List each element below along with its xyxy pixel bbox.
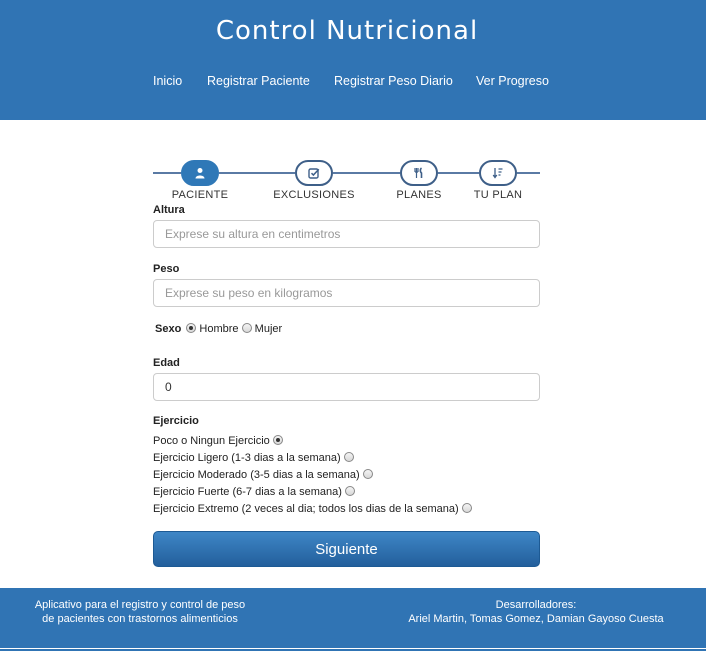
ejercicio-fuerte-radio[interactable] xyxy=(344,486,355,496)
sexo-mujer-label: Mujer xyxy=(254,323,283,335)
ejercicio-label: Ejercicio xyxy=(153,415,199,427)
checkbox-icon xyxy=(308,168,320,179)
nav-registrar-peso-diario[interactable]: Registrar Peso Diario xyxy=(334,74,453,88)
peso-input[interactable] xyxy=(153,279,540,307)
footer-description-line: Aplicativo para el registro y control de… xyxy=(34,599,246,611)
footer-divider xyxy=(0,649,706,651)
step-label-exclusiones: EXCLUSIONES xyxy=(273,189,355,201)
nav-ver-progreso[interactable]: Ver Progreso xyxy=(476,74,549,88)
altura-label: Altura xyxy=(153,204,185,216)
ejercicio-option-label: Poco o Ningun Ejercicio xyxy=(153,435,270,447)
nav-registrar-paciente[interactable]: Registrar Paciente xyxy=(207,74,310,88)
sexo-hombre-radio[interactable] xyxy=(186,323,197,333)
step-label-tu-plan: TU PLAN xyxy=(473,189,523,201)
ejercicio-option-label: Ejercicio Moderado (3-5 dias a la semana… xyxy=(153,469,360,481)
footer-developers: Desarrolladores: Ariel Martin, Tomas Gom… xyxy=(386,598,686,626)
step-label-planes: PLANES xyxy=(396,189,442,201)
nav-inicio[interactable]: Inicio xyxy=(153,74,182,88)
sexo-mujer-radio[interactable] xyxy=(241,323,252,333)
ejercicio-option: Ejercicio Fuerte (6-7 dias a la semana) xyxy=(153,486,355,498)
step-exclusiones[interactable] xyxy=(295,160,333,186)
sort-icon xyxy=(492,168,503,179)
footer-developers-title: Desarrolladores: xyxy=(495,599,577,611)
cutlery-icon xyxy=(414,167,423,178)
main-nav: Inicio Registrar Paciente Registrar Peso… xyxy=(0,74,706,90)
stepper-line xyxy=(517,172,540,174)
ejercicio-option: Ejercicio Moderado (3-5 dias a la semana… xyxy=(153,469,373,481)
sexo-hombre-label: Hombre xyxy=(199,323,239,335)
altura-input[interactable] xyxy=(153,220,540,248)
header-bar: Control Nutricional Inicio Registrar Pac… xyxy=(0,0,706,120)
ejercicio-option-label: Ejercicio Fuerte (6-7 dias a la semana) xyxy=(153,486,342,498)
siguiente-button[interactable]: Siguiente xyxy=(153,531,540,567)
sexo-group: Sexo Hombre Mujer xyxy=(155,323,282,335)
ejercicio-option-label: Ejercicio Extremo (2 veces al dia; todos… xyxy=(153,503,459,515)
stepper-line xyxy=(153,172,181,174)
wizard-stepper: PACIENTE EXCLUSIONES PLANES TU PLAN xyxy=(153,160,540,204)
ejercicio-option: Ejercicio Extremo (2 veces al dia; todos… xyxy=(153,503,472,515)
edad-label: Edad xyxy=(153,357,180,369)
step-planes[interactable] xyxy=(400,160,438,186)
ejercicio-option-label: Ejercicio Ligero (1-3 dias a la semana) xyxy=(153,452,341,464)
step-paciente[interactable] xyxy=(181,160,219,186)
app-title: Control Nutricional xyxy=(215,16,479,46)
ejercicio-option: Ejercicio Ligero (1-3 dias a la semana) xyxy=(153,452,354,464)
step-label-paciente: PACIENTE xyxy=(171,189,229,201)
stepper-line xyxy=(333,172,400,174)
edad-input[interactable] xyxy=(153,373,540,401)
sexo-label: Sexo xyxy=(155,323,182,335)
peso-label: Peso xyxy=(153,263,180,275)
footer-description: Aplicativo para el registro y control de… xyxy=(20,598,260,626)
stepper-line xyxy=(438,172,479,174)
footer-developers-names: Ariel Martin, Tomas Gomez, Damian Gayoso… xyxy=(408,613,664,625)
ejercicio-poco-radio[interactable] xyxy=(272,435,283,445)
step-tu-plan[interactable] xyxy=(479,160,517,186)
user-icon xyxy=(195,168,205,179)
ejercicio-moderado-radio[interactable] xyxy=(362,469,373,479)
ejercicio-option: Poco o Ningun Ejercicio xyxy=(153,435,283,447)
footer-description-line: de pacientes con trastornos alimenticios xyxy=(42,613,238,625)
stepper-line xyxy=(219,172,295,174)
footer-bar: Aplicativo para el registro y control de… xyxy=(0,588,706,648)
ejercicio-extremo-radio[interactable] xyxy=(461,503,472,513)
ejercicio-ligero-radio[interactable] xyxy=(343,452,354,462)
